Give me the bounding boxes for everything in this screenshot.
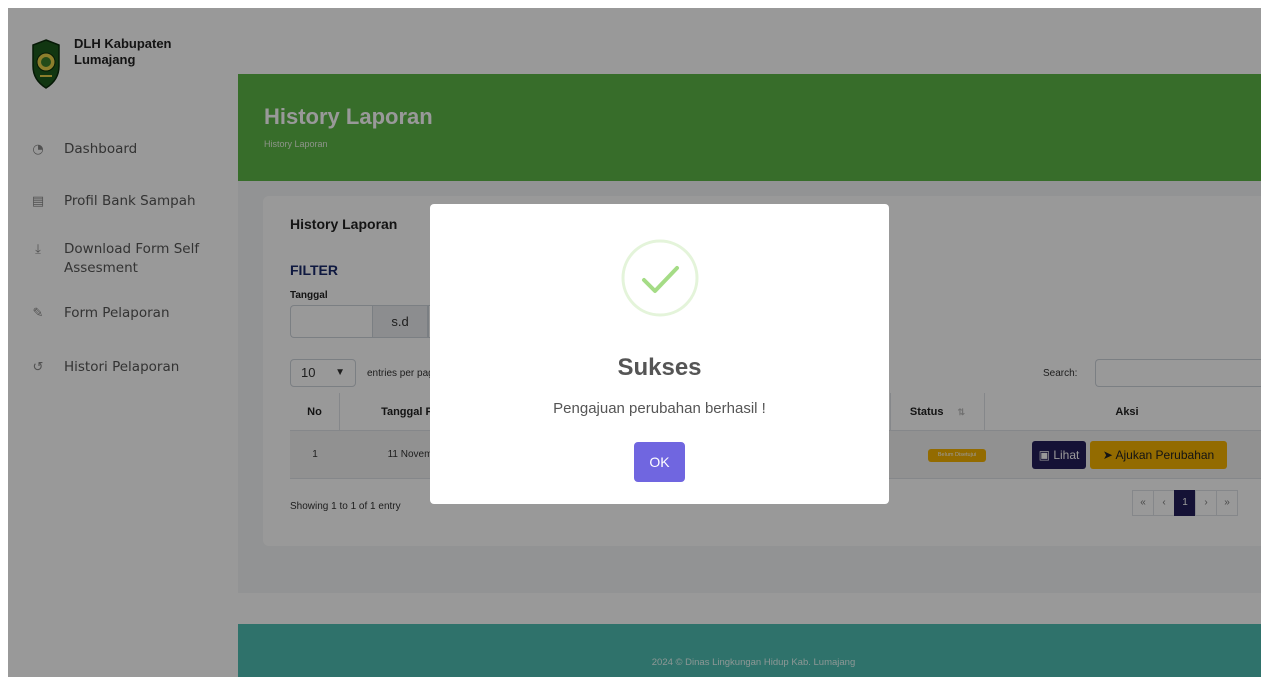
dialog-message: Pengajuan perubahan berhasil !: [553, 400, 766, 417]
success-check-icon: [621, 239, 699, 317]
dialog-title: Sukses: [617, 354, 702, 381]
success-dialog: Sukses Pengajuan perubahan berhasil ! OK: [430, 204, 889, 504]
ok-button[interactable]: OK: [634, 442, 685, 482]
